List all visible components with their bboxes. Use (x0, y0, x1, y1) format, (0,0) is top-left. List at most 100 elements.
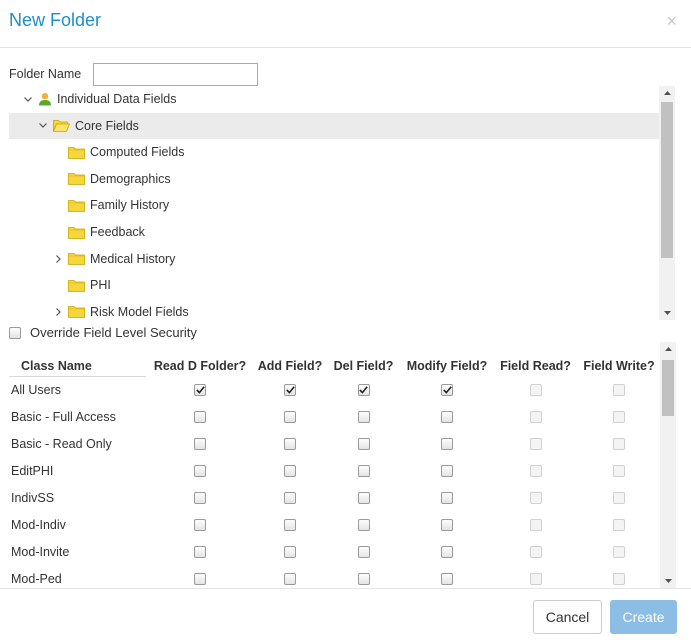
permission-checkbox[interactable] (194, 546, 206, 559)
permission-cell (578, 430, 660, 457)
folder-icon (68, 199, 85, 212)
tree-item[interactable]: Individual Data Fields (9, 86, 659, 112)
close-icon[interactable]: × (666, 12, 677, 30)
chevron-right-icon[interactable] (53, 307, 63, 317)
override-security-label: Override Field Level Security (30, 325, 197, 340)
permission-checkbox[interactable] (357, 519, 370, 532)
column-header: Del Field? (333, 359, 394, 373)
permission-checkbox (613, 573, 625, 586)
permission-checkbox (613, 438, 625, 451)
chevron-down-icon[interactable] (23, 94, 33, 104)
permission-checkbox[interactable] (357, 438, 370, 451)
permission-checkbox[interactable] (194, 519, 206, 532)
dialog-title: New Folder (9, 10, 102, 30)
permission-cell (401, 457, 493, 484)
table-row: Mod-Invite (9, 538, 660, 565)
permission-checkbox[interactable] (441, 492, 453, 505)
table-scrollbar[interactable] (660, 342, 676, 588)
permission-cell (326, 430, 401, 457)
tree-item[interactable]: Feedback (9, 219, 659, 245)
permission-cell (326, 403, 401, 430)
scroll-down-arrow-icon[interactable] (660, 574, 676, 588)
permission-cell (401, 538, 493, 565)
tree-item-label: Feedback (90, 225, 145, 239)
scroll-up-arrow-icon[interactable] (660, 342, 676, 356)
permission-checkbox (613, 411, 625, 424)
dialog-footer: Cancel Create (0, 588, 691, 643)
permission-checkbox[interactable] (284, 465, 296, 478)
tree-scrollbar[interactable] (659, 86, 675, 320)
scroll-down-arrow-icon[interactable] (659, 306, 675, 320)
column-header: Add Field? (257, 359, 323, 373)
tree-item[interactable]: Medical History (9, 246, 659, 272)
permission-checkbox[interactable] (194, 465, 206, 478)
permission-cell (578, 376, 660, 403)
permission-checkbox[interactable] (194, 492, 206, 505)
permission-cell (326, 376, 401, 403)
permission-checkbox[interactable] (284, 573, 296, 586)
permission-checkbox[interactable] (441, 573, 453, 586)
permission-checkbox[interactable] (194, 573, 206, 586)
permission-cell (254, 538, 326, 565)
permission-checkbox[interactable] (357, 492, 370, 505)
permission-checkbox (529, 384, 542, 397)
tree-item[interactable]: Computed Fields (9, 139, 659, 165)
permission-cell (326, 538, 401, 565)
permission-cell (146, 484, 254, 511)
permission-checkbox[interactable] (357, 546, 370, 559)
column-header: Class Name (9, 356, 146, 377)
permission-checkbox[interactable] (194, 438, 206, 451)
create-button[interactable]: Create (610, 600, 677, 634)
scroll-thumb[interactable] (661, 102, 673, 258)
table-row: Mod-Indiv (9, 511, 660, 538)
permission-checkbox[interactable] (441, 465, 453, 478)
permission-cell (401, 403, 493, 430)
permission-checkbox[interactable] (441, 519, 453, 532)
scroll-thumb[interactable] (662, 360, 674, 416)
folder-name-input[interactable] (93, 63, 258, 86)
permission-cell (493, 403, 578, 430)
permission-checkbox[interactable] (284, 384, 296, 397)
permission-checkbox[interactable] (441, 546, 453, 559)
permission-checkbox (529, 546, 542, 559)
tree-item-label: Core Fields (75, 118, 139, 133)
permission-cell (254, 403, 326, 430)
permission-checkbox[interactable] (441, 438, 453, 451)
tree-item[interactable]: Demographics (9, 166, 659, 192)
permission-cell (401, 565, 493, 588)
permission-cell (578, 484, 660, 511)
permission-checkbox[interactable] (284, 546, 296, 559)
permission-checkbox[interactable] (357, 465, 370, 478)
tree-item[interactable]: Core Fields (9, 112, 659, 139)
permission-checkbox[interactable] (284, 438, 296, 451)
cancel-button[interactable]: Cancel (533, 600, 602, 634)
tree-item[interactable]: Family History (9, 192, 659, 218)
permission-cell (254, 376, 326, 403)
user-icon (38, 92, 52, 106)
permission-cell (146, 538, 254, 565)
chevron-right-icon[interactable] (53, 254, 63, 264)
permission-checkbox[interactable] (441, 384, 453, 397)
permission-cell (578, 565, 660, 588)
permission-checkbox[interactable] (357, 411, 370, 424)
permission-checkbox (613, 492, 625, 505)
permission-cell (254, 430, 326, 457)
tree-item[interactable]: PHI (9, 272, 659, 298)
permission-checkbox[interactable] (284, 492, 296, 505)
permission-checkbox[interactable] (441, 411, 453, 424)
permission-checkbox[interactable] (284, 411, 296, 424)
permission-checkbox (529, 438, 542, 451)
permission-checkbox[interactable] (357, 573, 370, 586)
permission-checkbox[interactable] (194, 384, 206, 397)
column-header: Modify Field? (406, 359, 488, 373)
override-security-checkbox[interactable] (9, 326, 21, 339)
override-security-option[interactable]: Override Field Level Security (9, 325, 197, 340)
permission-checkbox[interactable] (357, 384, 370, 397)
scroll-up-arrow-icon[interactable] (659, 86, 675, 100)
chevron-down-icon[interactable] (38, 121, 48, 131)
tree-item[interactable]: Risk Model Fields (9, 299, 659, 320)
class-name-cell: Mod-Invite (11, 544, 70, 559)
permission-checkbox[interactable] (284, 519, 296, 532)
permission-checkbox[interactable] (194, 411, 206, 424)
